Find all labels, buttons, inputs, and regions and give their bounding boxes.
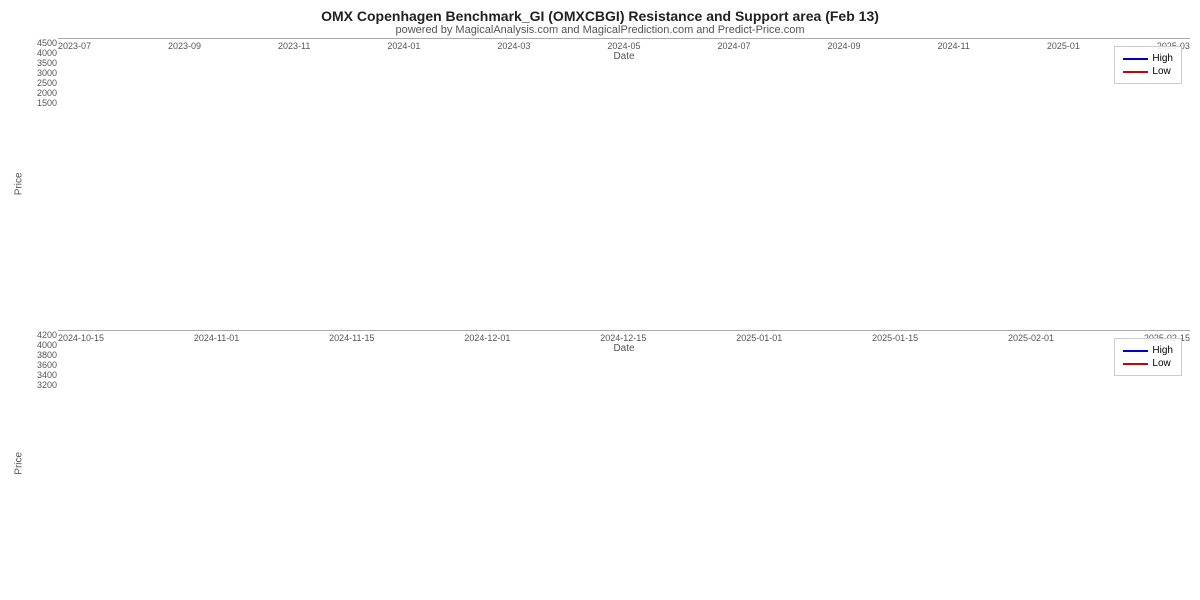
y-tick: 1500	[27, 98, 57, 108]
x-tick: 2025-02-01	[1008, 333, 1054, 343]
y-tick: 3800	[27, 350, 57, 360]
x-tick: 2024-07	[717, 41, 750, 51]
legend-high: High	[1123, 345, 1173, 356]
chart1-area: Price	[10, 38, 1190, 330]
main-title: OMX Copenhagen Benchmark_GI (OMXCBGI) Re…	[10, 8, 1190, 24]
high-label: High	[1152, 345, 1173, 356]
legend-low: Low	[1123, 358, 1173, 369]
y-tick: 2000	[27, 88, 57, 98]
main-container: OMX Copenhagen Benchmark_GI (OMXCBGI) Re…	[0, 0, 1200, 600]
x-tick: 2025-01-01	[736, 333, 782, 343]
x-tick: 2024-11-01	[194, 333, 239, 343]
chart1-inner: MagicalAnalysis.com MagicalPrediction.c …	[58, 38, 1190, 39]
y-tick: 3600	[27, 360, 57, 370]
legend-low: Low	[1123, 66, 1173, 77]
legend-high: High	[1123, 53, 1173, 64]
y-tick: 3500	[27, 58, 57, 68]
x-tick: 2023-11	[278, 41, 310, 51]
chart1-legend: High Low	[1114, 46, 1182, 84]
chart2-x-ticks: 2024-10-15 2024-11-01 2024-11-15 2024-12…	[58, 333, 1190, 343]
x-tick: 2024-01	[387, 41, 420, 51]
x-tick: 2025-01	[1047, 41, 1080, 51]
y-tick: 4000	[27, 48, 57, 58]
low-label: Low	[1152, 358, 1170, 369]
y-tick: 4500	[27, 38, 57, 48]
x-tick: 2025-01-15	[872, 333, 918, 343]
chart2-area: Price	[10, 330, 1190, 596]
x-tick: 2024-11	[937, 41, 969, 51]
subtitle: powered by MagicalAnalysis.com and Magic…	[10, 24, 1190, 36]
high-label: High	[1152, 53, 1173, 64]
chart1-x-label: Date	[58, 51, 1190, 62]
low-line-swatch	[1123, 363, 1148, 365]
y-tick: 3200	[27, 380, 57, 390]
chart2-y-label: Price	[10, 330, 28, 596]
y-tick: 4000	[27, 340, 57, 350]
x-tick: 2023-07	[58, 41, 91, 51]
x-tick: 2023-09	[168, 41, 201, 51]
x-tick: 2024-05	[607, 41, 640, 51]
y-tick: 3000	[27, 68, 57, 78]
title-section: OMX Copenhagen Benchmark_GI (OMXCBGI) Re…	[10, 8, 1190, 36]
x-tick: 2024-11-15	[329, 333, 374, 343]
chart1-y-label: Price	[10, 38, 28, 330]
y-tick: 2500	[27, 78, 57, 88]
high-line-swatch	[1123, 350, 1148, 352]
chart2-inner: MagicalAnalysis.com MagicalPrediction.c …	[58, 330, 1190, 331]
x-tick: 2024-10-15	[58, 333, 104, 343]
chart1-x-ticks: 2023-07 2023-09 2023-11 2024-01 2024-03 …	[58, 41, 1190, 51]
x-tick: 2024-12-01	[464, 333, 510, 343]
x-tick: 2024-12-15	[600, 333, 646, 343]
low-label: Low	[1152, 66, 1170, 77]
high-line-swatch	[1123, 58, 1148, 60]
charts-wrapper: Price	[10, 38, 1190, 596]
chart1-container: Price	[10, 38, 1190, 330]
y-tick: 4200	[27, 330, 57, 340]
chart2-legend: High Low	[1114, 338, 1182, 376]
chart2-container: Price	[10, 330, 1190, 596]
low-line-swatch	[1123, 71, 1148, 73]
x-tick: 2024-03	[497, 41, 530, 51]
x-tick: 2024-09	[827, 41, 860, 51]
y-tick: 3400	[27, 370, 57, 380]
chart2-x-label: Date	[58, 343, 1190, 354]
